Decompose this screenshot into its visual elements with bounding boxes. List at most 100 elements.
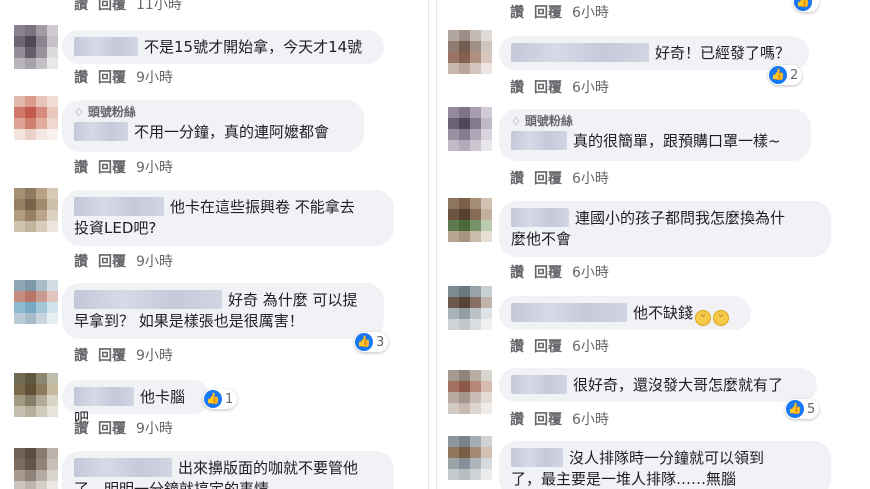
- avatar[interactable]: [448, 370, 492, 414]
- avatar[interactable]: [448, 198, 492, 242]
- avatar-pixel: [25, 470, 36, 481]
- avatar-pixel: [14, 313, 25, 324]
- avatar-pixel: [470, 286, 481, 297]
- reply-button[interactable]: 回覆: [98, 70, 126, 86]
- comment-time[interactable]: 9小時: [136, 421, 173, 437]
- reply-button[interactable]: 回覆: [98, 160, 126, 176]
- avatar[interactable]: [14, 96, 58, 140]
- comment-time[interactable]: 6小時: [572, 171, 609, 187]
- reaction-count[interactable]: 👍 3: [354, 332, 389, 352]
- avatar[interactable]: [448, 107, 492, 151]
- avatar-pixel: [481, 381, 492, 392]
- commenter-name[interactable]: [74, 387, 134, 406]
- avatar-pixel: [448, 403, 459, 414]
- avatar[interactable]: [14, 25, 58, 69]
- like-button[interactable]: 讚: [74, 0, 88, 13]
- avatar-pixel: [47, 129, 58, 140]
- commenter-name[interactable]: [74, 290, 222, 309]
- avatar-pixel: [47, 221, 58, 232]
- avatar[interactable]: [448, 436, 492, 480]
- reaction-count[interactable]: 👍 1: [203, 389, 238, 409]
- avatar-pixel: [448, 436, 459, 447]
- commenter-name[interactable]: [74, 122, 128, 141]
- like-button[interactable]: 讚: [510, 265, 524, 281]
- commenter-name[interactable]: [511, 208, 569, 227]
- avatar-pixel: [448, 220, 459, 231]
- comment-time[interactable]: 9小時: [136, 70, 173, 86]
- reply-button[interactable]: 回覆: [534, 5, 562, 21]
- commenter-name[interactable]: [511, 131, 567, 150]
- like-button[interactable]: 讚: [510, 80, 524, 96]
- thumbs-up-icon: 👍: [786, 400, 804, 418]
- avatar-pixel: [47, 459, 58, 470]
- reply-button[interactable]: 回覆: [534, 412, 562, 428]
- avatar[interactable]: [14, 373, 58, 417]
- avatar-pixel: [25, 221, 36, 232]
- avatar-pixel: [481, 129, 492, 140]
- like-button[interactable]: 讚: [510, 339, 524, 355]
- avatar-pixel: [459, 286, 470, 297]
- commenter-name[interactable]: [511, 303, 627, 322]
- avatar-pixel: [470, 220, 481, 231]
- like-button[interactable]: 讚: [74, 70, 88, 86]
- avatar-pixel: [47, 96, 58, 107]
- avatar-pixel: [25, 481, 36, 489]
- comment-time[interactable]: 6小時: [572, 5, 609, 21]
- avatar-pixel: [14, 448, 25, 459]
- commenter-name[interactable]: [74, 197, 164, 216]
- comment-time[interactable]: 11小時: [136, 0, 182, 13]
- comment-time[interactable]: 9小時: [136, 160, 173, 176]
- reply-button[interactable]: 回覆: [98, 254, 126, 270]
- avatar-pixel: [25, 210, 36, 221]
- like-button[interactable]: 讚: [74, 348, 88, 364]
- avatar-pixel: [470, 297, 481, 308]
- avatar[interactable]: [448, 286, 492, 330]
- comment-time[interactable]: 9小時: [136, 348, 173, 364]
- reply-button[interactable]: 回覆: [534, 80, 562, 96]
- avatar[interactable]: [14, 188, 58, 232]
- commenter-name[interactable]: [511, 375, 567, 394]
- reply-button[interactable]: 回覆: [534, 339, 562, 355]
- commenter-name[interactable]: [74, 37, 138, 56]
- comment-time[interactable]: 6小時: [572, 265, 609, 281]
- comment-text: 不用一分鐘，真的連阿嬤都會: [134, 123, 330, 141]
- avatar-pixel: [459, 297, 470, 308]
- comment-time[interactable]: 6小時: [572, 80, 609, 96]
- like-button[interactable]: 讚: [74, 421, 88, 437]
- like-button[interactable]: 讚: [74, 160, 88, 176]
- avatar[interactable]: [14, 448, 58, 489]
- commenter-name[interactable]: [511, 448, 563, 467]
- reply-button[interactable]: 回覆: [534, 171, 562, 187]
- reply-button[interactable]: 回覆: [98, 348, 126, 364]
- avatar-pixel: [36, 373, 47, 384]
- reply-button[interactable]: 回覆: [98, 0, 126, 13]
- like-button[interactable]: 讚: [74, 254, 88, 270]
- left-comments-panel: 讚回覆 11小時 不是15號才開始拿，今天才14號 讚回覆 9小時 ♢ 頭號粉絲 不用…: [0, 0, 428, 489]
- reaction-count[interactable]: 👍: [793, 0, 819, 12]
- avatar[interactable]: [448, 30, 492, 74]
- avatar[interactable]: [14, 280, 58, 324]
- comment-time[interactable]: 9小時: [136, 254, 173, 270]
- comment-bubble: 不是15號才開始拿，今天才14號: [62, 30, 384, 64]
- avatar-pixel: [470, 392, 481, 403]
- thumbs-up-icon: 👍: [794, 0, 812, 11]
- like-button[interactable]: 讚: [510, 5, 524, 21]
- avatar-pixel: [47, 199, 58, 210]
- commenter-name[interactable]: [74, 458, 172, 477]
- comment-bubble: 他不缺錢 ᵕ ᵕ: [499, 296, 751, 330]
- comment-time[interactable]: 6小時: [572, 412, 609, 428]
- avatar-pixel: [470, 308, 481, 319]
- reaction-count[interactable]: 👍 5: [785, 399, 820, 419]
- like-button[interactable]: 讚: [510, 412, 524, 428]
- reply-button[interactable]: 回覆: [534, 265, 562, 281]
- commenter-name[interactable]: [511, 43, 649, 62]
- reaction-count[interactable]: 👍 2: [768, 65, 803, 85]
- avatar-pixel: [25, 129, 36, 140]
- comment-time[interactable]: 6小時: [572, 339, 609, 355]
- reply-button[interactable]: 回覆: [98, 421, 126, 437]
- avatar-pixel: [481, 231, 492, 242]
- avatar-pixel: [47, 280, 58, 291]
- avatar-pixel: [481, 308, 492, 319]
- avatar-pixel: [481, 286, 492, 297]
- like-button[interactable]: 讚: [510, 171, 524, 187]
